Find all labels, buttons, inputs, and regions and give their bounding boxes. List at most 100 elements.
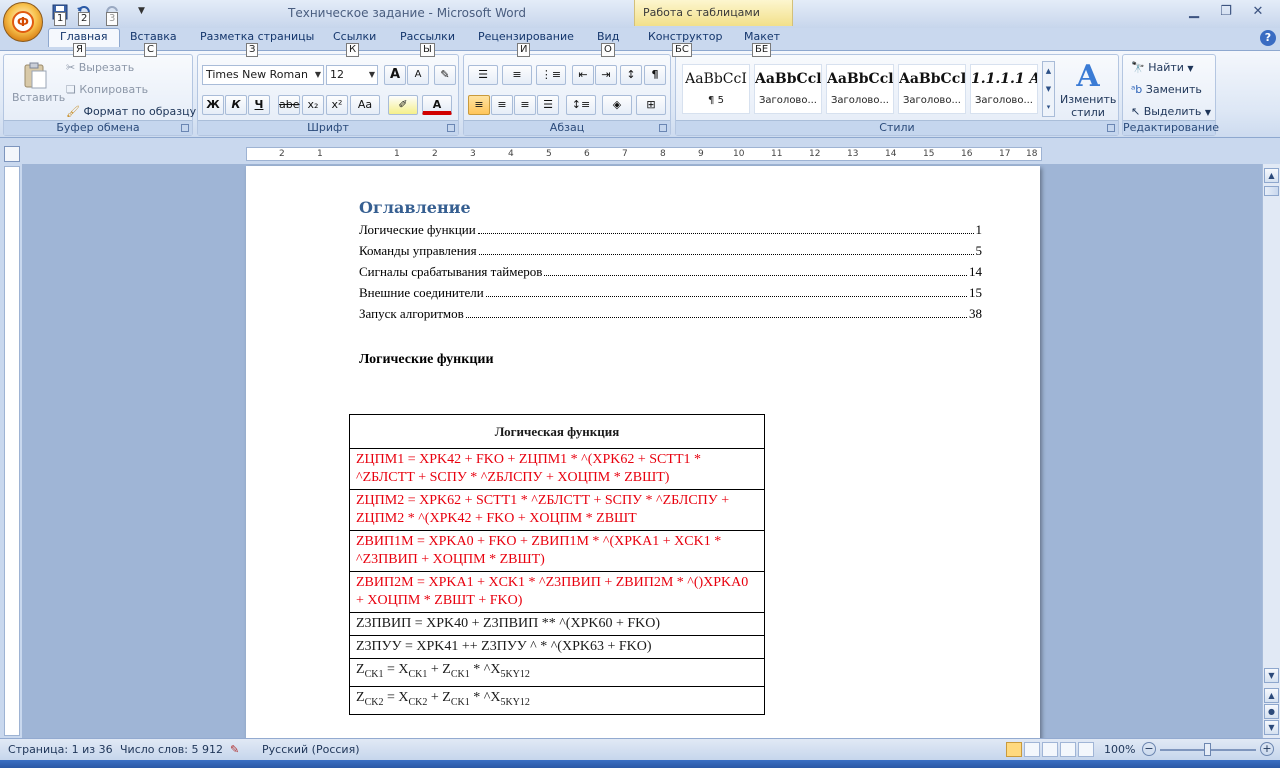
document-page[interactable]: Оглавление Логические функции 1 Команды у… (246, 166, 1040, 738)
prev-page-button[interactable]: ▲ (1264, 688, 1279, 703)
tab-design[interactable]: Конструктор (648, 30, 722, 43)
spellcheck-icon[interactable]: ✎ (230, 743, 239, 756)
page-indicator[interactable]: Страница: 1 из 36 (8, 743, 113, 756)
office-button[interactable]: Ф (3, 2, 43, 42)
scroll-thumb[interactable] (1264, 186, 1279, 196)
clipboard-launcher[interactable] (181, 124, 189, 132)
restore-icon[interactable]: ❐ (1214, 4, 1238, 22)
next-page-button[interactable]: ▼ (1264, 720, 1279, 735)
copy-button[interactable]: ❏ Копировать (66, 83, 148, 96)
document-area[interactable]: Оглавление Логические функции 1 Команды у… (22, 164, 1262, 738)
decrease-indent-button[interactable]: ⇤ (572, 65, 594, 85)
tab-layout[interactable]: Макет (744, 30, 780, 43)
paste-button[interactable]: Вставить (12, 61, 65, 104)
table-header-cell[interactable]: Логическая функция (349, 414, 765, 449)
format-painter-button[interactable]: 🖌 Формат по образцу (66, 105, 196, 118)
bold-button[interactable]: Ж (202, 95, 224, 115)
justify-button[interactable]: ☰ (537, 95, 559, 115)
toc-entry[interactable]: Сигналы срабатывания таймеров 14 (359, 264, 982, 280)
shrink-font-button[interactable]: A (407, 65, 429, 85)
tab-review[interactable]: Рецензирование (478, 30, 574, 43)
table-cell[interactable]: ZВИП2М = XPKA1 + XCK1 * ^Z3ПВИП + ZВИП2М… (349, 571, 765, 613)
multilevel-list-button[interactable]: ⋮≡ (536, 65, 566, 85)
outline-view-icon[interactable] (1060, 742, 1076, 757)
close-icon[interactable]: ✕ (1246, 4, 1270, 22)
underline-button[interactable]: Ч (248, 95, 270, 115)
table-cell[interactable]: ZCK1 = XCK1 + ZCK1 * ^X5KY12 (349, 658, 765, 687)
toc-entry[interactable]: Внешние соединители 15 (359, 285, 982, 301)
zoom-slider-thumb[interactable] (1204, 743, 1211, 756)
tab-mailings[interactable]: Рассылки (400, 30, 455, 43)
numbering-button[interactable]: ≡ (502, 65, 532, 85)
tab-view[interactable]: Вид (597, 30, 619, 43)
style-tile-2[interactable]: AaBbCcl Заголово... (754, 64, 822, 114)
paragraph-launcher[interactable] (659, 124, 667, 132)
full-screen-reading-view-icon[interactable] (1024, 742, 1040, 757)
tab-page-layout[interactable]: Разметка страницы (200, 30, 314, 43)
table-cell[interactable]: ZВИП1М = XPKA0 + FKO + ZВИП1М * ^(XPKA1 … (349, 530, 765, 572)
replace-button[interactable]: ᵃb Заменить (1131, 83, 1202, 96)
horizontal-ruler[interactable]: 2 1 1 2 3 4 5 6 7 8 9 10 11 12 13 14 15 … (246, 147, 1042, 161)
line-spacing-button[interactable]: ↕≡ (566, 95, 596, 115)
table-cell[interactable]: ZCK2 = XCK2 + ZCK1 * ^X5KY12 (349, 685, 765, 715)
zoom-out-icon[interactable]: − (1142, 742, 1156, 756)
superscript-button[interactable]: x² (326, 95, 348, 115)
tab-references[interactable]: Ссылки (333, 30, 376, 43)
help-icon[interactable]: ? (1260, 30, 1276, 46)
bullets-button[interactable]: ☰ (468, 65, 498, 85)
clear-format-button[interactable]: ✎ (434, 65, 456, 85)
style-tile-5[interactable]: 1.1.1.1 A Заголово... (970, 64, 1038, 114)
print-layout-view-icon[interactable] (1006, 742, 1022, 757)
styles-launcher[interactable] (1107, 124, 1115, 132)
style-tile-4[interactable]: AaBbCcI Заголово... (898, 64, 966, 114)
font-name-combo[interactable]: Times New Roman ▼ (202, 65, 324, 85)
tab-insert[interactable]: Вставка (130, 30, 177, 43)
strikethrough-button[interactable]: abe (278, 95, 300, 115)
table-cell[interactable]: Z3ПУУ = XPK41 ++ Z3ПУУ ^ * ^(XPK63 + FKO… (349, 635, 765, 659)
align-left-button[interactable]: ≡ (468, 95, 490, 115)
find-button[interactable]: 🔭 Найти ▼ (1131, 61, 1194, 74)
style-tile-1[interactable]: AaBbCcI ¶ 5 (682, 64, 750, 114)
show-marks-button[interactable]: ¶ (644, 65, 666, 85)
shading-button[interactable]: ◈ (602, 95, 632, 115)
vertical-ruler[interactable] (4, 166, 20, 736)
cut-button[interactable]: ✂ Вырезать (66, 61, 134, 74)
increase-indent-button[interactable]: ⇥ (595, 65, 617, 85)
tab-selector[interactable] (4, 146, 20, 162)
table-cell[interactable]: ZЦПМ2 = XPK62 + SCTT1 * ^ZБЛСТТ + SCПУ *… (349, 489, 765, 531)
style-tile-3[interactable]: AaBbCcl Заголово... (826, 64, 894, 114)
align-right-button[interactable]: ≡ (514, 95, 536, 115)
toc-entry[interactable]: Запуск алгоритмов 38 (359, 306, 982, 322)
zoom-in-icon[interactable]: + (1260, 742, 1274, 756)
toc-entry[interactable]: Команды управления 5 (359, 243, 982, 259)
table-cell[interactable]: ZЦПМ1 = XPK42 + FKO + ZЦПМ1 * ^(XPK62 + … (349, 448, 765, 490)
scroll-up-button[interactable]: ▲ (1264, 168, 1279, 183)
qat-customize-icon[interactable]: ▼ (138, 6, 156, 26)
browse-object-button[interactable]: ● (1264, 704, 1279, 719)
align-center-button[interactable]: ≡ (491, 95, 513, 115)
word-count[interactable]: Число слов: 5 912 (120, 743, 223, 756)
table-cell[interactable]: Z3ПВИП = XPK40 + Z3ПВИП ** ^(XPK60 + FKO… (349, 612, 765, 636)
styles-gallery-scroll[interactable]: ▲ ▼ ▾ (1042, 61, 1055, 117)
font-size-combo[interactable]: 12 ▼ (326, 65, 378, 85)
zoom-level[interactable]: 100% (1104, 743, 1135, 756)
draft-view-icon[interactable] (1078, 742, 1094, 757)
font-color-button[interactable]: A (422, 95, 452, 115)
highlight-button[interactable]: ✐ (388, 95, 418, 115)
grow-font-button[interactable]: A (384, 65, 406, 85)
vertical-scrollbar[interactable]: ▲ ▼ ▲ ● ▼ (1262, 164, 1280, 738)
style-name: Заголово... (831, 95, 889, 106)
italic-button[interactable]: К (225, 95, 247, 115)
web-layout-view-icon[interactable] (1042, 742, 1058, 757)
borders-button[interactable]: ⊞ (636, 95, 666, 115)
minimize-icon[interactable]: ▁ (1182, 4, 1206, 22)
language-indicator[interactable]: Русский (Россия) (262, 743, 360, 756)
change-case-button[interactable]: Aa (350, 95, 380, 115)
sort-button[interactable]: ↕ (620, 65, 642, 85)
toc-entry[interactable]: Логические функции 1 (359, 222, 982, 238)
change-styles-button[interactable]: A Изменить стили (1060, 61, 1116, 120)
scroll-down-button[interactable]: ▼ (1264, 668, 1279, 683)
select-button[interactable]: ↖ Выделить ▼ (1131, 105, 1211, 118)
subscript-button[interactable]: x₂ (302, 95, 324, 115)
font-launcher[interactable] (447, 124, 455, 132)
